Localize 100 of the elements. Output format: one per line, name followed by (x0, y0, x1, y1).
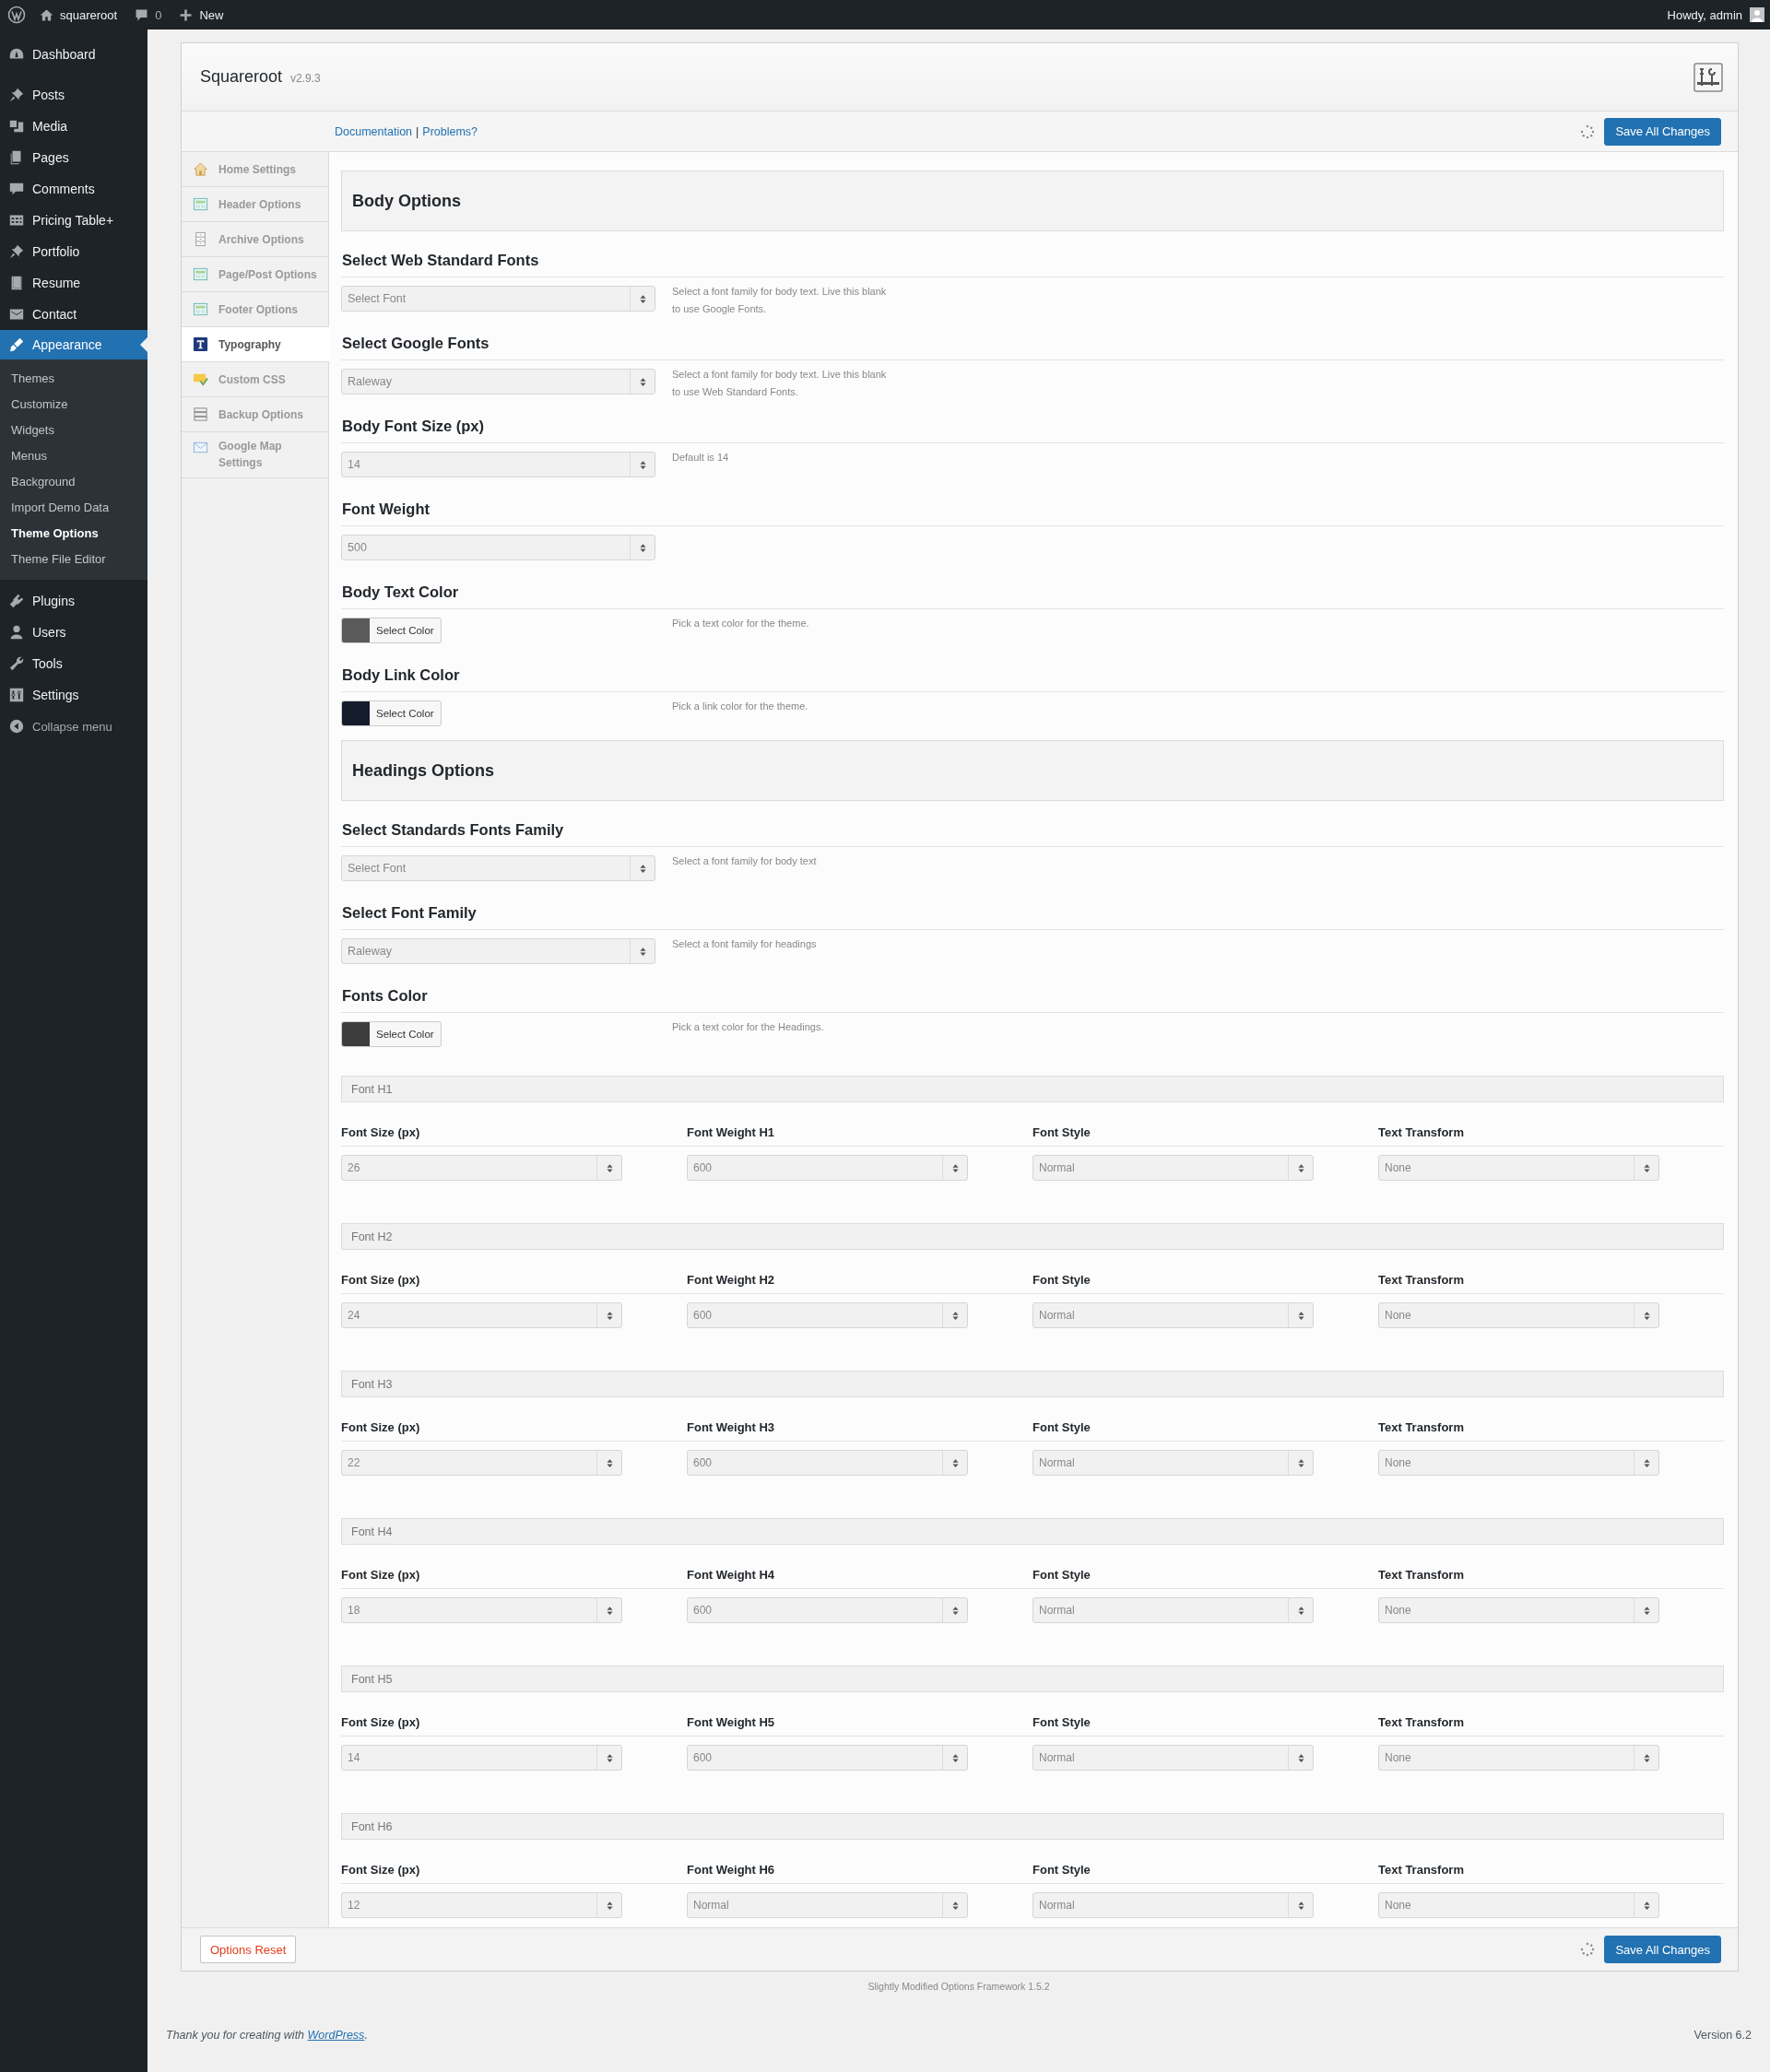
option-select[interactable]: None (1378, 1597, 1659, 1623)
menu-item[interactable]: Comments (0, 173, 148, 205)
field-label: Font Style (1032, 1862, 1092, 1878)
option-select[interactable]: 22 (341, 1450, 622, 1476)
option-select[interactable]: Normal (1032, 1155, 1314, 1181)
options-tab[interactable]: Page/Post Options (182, 257, 328, 292)
submenu-item[interactable]: Theme Options (0, 521, 148, 547)
submenu-item[interactable]: Background (0, 469, 148, 495)
sort-arrows-icon (1643, 1605, 1650, 1616)
option-select[interactable]: Normal (1032, 1450, 1314, 1476)
wrench-icon (8, 655, 25, 672)
sort-arrows-icon (1297, 1605, 1304, 1616)
menu-item[interactable]: Media (0, 111, 148, 142)
option-select[interactable]: Normal (1032, 1745, 1314, 1771)
option-select[interactable]: 600 (687, 1450, 968, 1476)
select-color-button[interactable]: Select Color (341, 1021, 442, 1047)
menu-item[interactable]: Tools (0, 648, 148, 679)
font-select[interactable]: 14 (341, 452, 655, 477)
sort-arrows-icon (951, 1605, 959, 1616)
option-select[interactable]: 12 (341, 1892, 622, 1918)
help-link[interactable]: Documentation (335, 124, 413, 138)
options-tab[interactable]: Archive Options (182, 222, 328, 257)
font-select[interactable]: Select Font (341, 286, 655, 312)
sort-arrows-icon (606, 1605, 613, 1616)
stack-icon (193, 406, 208, 422)
font-select[interactable]: Raleway (341, 369, 655, 394)
wordpress-logo-icon[interactable] (7, 6, 26, 24)
menu-item[interactable]: Users (0, 617, 148, 648)
select-color-button[interactable]: Select Color (341, 700, 442, 726)
framework-note: Slightly Modified Options Framework 1.5.2 (867, 1981, 1051, 1992)
option-select[interactable]: Normal (1032, 1892, 1314, 1918)
option-select[interactable]: Normal (1032, 1302, 1314, 1328)
site-name-link[interactable]: squareroot (39, 6, 118, 23)
sort-arrows-icon (1297, 1752, 1304, 1763)
menu-item[interactable]: Pricing Table+ (0, 205, 148, 236)
menu-item[interactable]: Dashboard (0, 39, 148, 70)
sort-arrows-icon (951, 1457, 959, 1468)
option-select[interactable]: 600 (687, 1302, 968, 1328)
new-content-link[interactable]: New (178, 6, 224, 23)
font-group-title: Font H2 (351, 1230, 393, 1243)
option-select[interactable]: 18 (341, 1597, 622, 1623)
option-select[interactable]: 600 (687, 1155, 968, 1181)
options-tab[interactable]: Google Map Settings (182, 432, 328, 478)
option-select[interactable]: 600 (687, 1597, 968, 1623)
submenu-item[interactable]: Menus (0, 443, 148, 469)
collapse-menu-button[interactable]: Collapse menu (0, 711, 148, 742)
submenu-item[interactable]: Theme File Editor (0, 547, 148, 572)
submenu-item[interactable]: Import Demo Data (0, 495, 148, 521)
field-label: Font Size (px) (341, 1272, 421, 1289)
help-link[interactable]: Problems? (422, 124, 478, 138)
menu-item[interactable]: Posts (0, 79, 148, 111)
option-select[interactable]: 14 (341, 1745, 622, 1771)
menu-item[interactable]: Pages (0, 142, 148, 173)
font-select[interactable]: Raleway (341, 938, 655, 964)
field-label: Font Size (px) (341, 1714, 421, 1731)
menu-item[interactable]: Appearance (0, 330, 148, 359)
font-select[interactable]: 500 (341, 535, 655, 560)
font-select[interactable]: Select Font (341, 855, 655, 881)
option-select[interactable]: 26 (341, 1155, 622, 1181)
media-icon (8, 118, 25, 135)
field-label: Font Weight H2 (687, 1272, 776, 1289)
account-link[interactable]: Howdy, admin (1667, 7, 1742, 22)
option-select[interactable]: None (1378, 1892, 1659, 1918)
option-select[interactable]: None (1378, 1745, 1659, 1771)
menu-item[interactable]: Contact (0, 299, 148, 330)
menu-item[interactable]: Portfolio (0, 236, 148, 267)
options-tab[interactable]: Typography (182, 327, 329, 362)
sort-arrows-icon (951, 1752, 959, 1763)
options-tab[interactable]: Custom CSS (182, 362, 328, 397)
option-select[interactable]: 600 (687, 1745, 968, 1771)
user-icon (8, 624, 25, 641)
options-reset-button[interactable]: Options Reset (200, 1936, 297, 1963)
pin-icon (8, 87, 25, 103)
save-all-changes-button[interactable]: Save All Changes (1604, 1936, 1721, 1963)
menu-item[interactable]: Plugins (0, 585, 148, 617)
option-select[interactable]: Normal (687, 1892, 968, 1918)
submenu-item[interactable]: Widgets (0, 418, 148, 443)
css-icon (193, 371, 208, 387)
options-tab[interactable]: Backup Options (182, 397, 328, 432)
menu-item[interactable]: Settings (0, 679, 148, 711)
select-color-button[interactable]: Select Color (341, 618, 442, 643)
submenu-item[interactable]: Customize (0, 392, 148, 418)
menu-item[interactable]: Resume (0, 267, 148, 299)
options-tab[interactable]: Home Settings (182, 152, 328, 187)
option-select[interactable]: 24 (341, 1302, 622, 1328)
option-select[interactable]: None (1378, 1450, 1659, 1476)
options-tab[interactable]: Header Options (182, 187, 328, 222)
option-select[interactable]: None (1378, 1155, 1659, 1181)
spinner-icon (1580, 124, 1596, 139)
brush-icon (8, 336, 25, 353)
field-label: Font Size (px) (341, 1567, 421, 1583)
sort-arrows-icon (1297, 1162, 1304, 1173)
comments-link[interactable]: 0 (134, 6, 162, 23)
option-select[interactable]: None (1378, 1302, 1659, 1328)
field-label: Font Weight H6 (687, 1862, 776, 1878)
option-select[interactable]: Normal (1032, 1597, 1314, 1623)
save-all-changes-button[interactable]: Save All Changes (1604, 117, 1721, 146)
submenu-item[interactable]: Themes (0, 366, 148, 392)
font-group-title: Font H1 (351, 1082, 393, 1096)
field-label: Font Style (1032, 1272, 1092, 1289)
